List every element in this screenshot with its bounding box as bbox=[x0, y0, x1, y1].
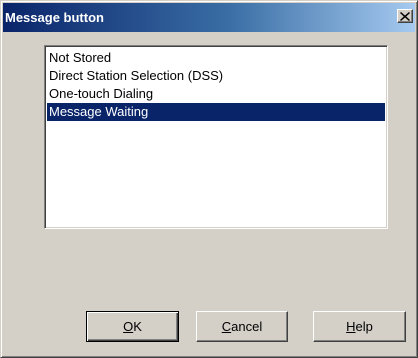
close-icon bbox=[400, 11, 410, 21]
help-button[interactable]: Help bbox=[313, 311, 406, 342]
close-button[interactable] bbox=[397, 9, 413, 23]
list-item-not-stored[interactable]: Not Stored bbox=[47, 49, 385, 67]
message-button-dialog: Message button Not Stored Direct Station… bbox=[0, 0, 418, 358]
list-item-message-waiting[interactable]: Message Waiting bbox=[47, 103, 385, 121]
help-button-label: Help bbox=[346, 319, 373, 334]
ok-button[interactable]: OK bbox=[86, 311, 179, 342]
title-bar[interactable]: Message button bbox=[3, 3, 415, 32]
dialog-title: Message button bbox=[5, 10, 104, 25]
list-item-one-touch-dialing[interactable]: One-touch Dialing bbox=[47, 85, 385, 103]
list-item-dss[interactable]: Direct Station Selection (DSS) bbox=[47, 67, 385, 85]
cancel-button[interactable]: Cancel bbox=[196, 311, 288, 342]
button-type-listbox[interactable]: Not Stored Direct Station Selection (DSS… bbox=[44, 45, 388, 229]
cancel-button-label: Cancel bbox=[221, 319, 263, 334]
ok-button-label: OK bbox=[123, 319, 142, 334]
